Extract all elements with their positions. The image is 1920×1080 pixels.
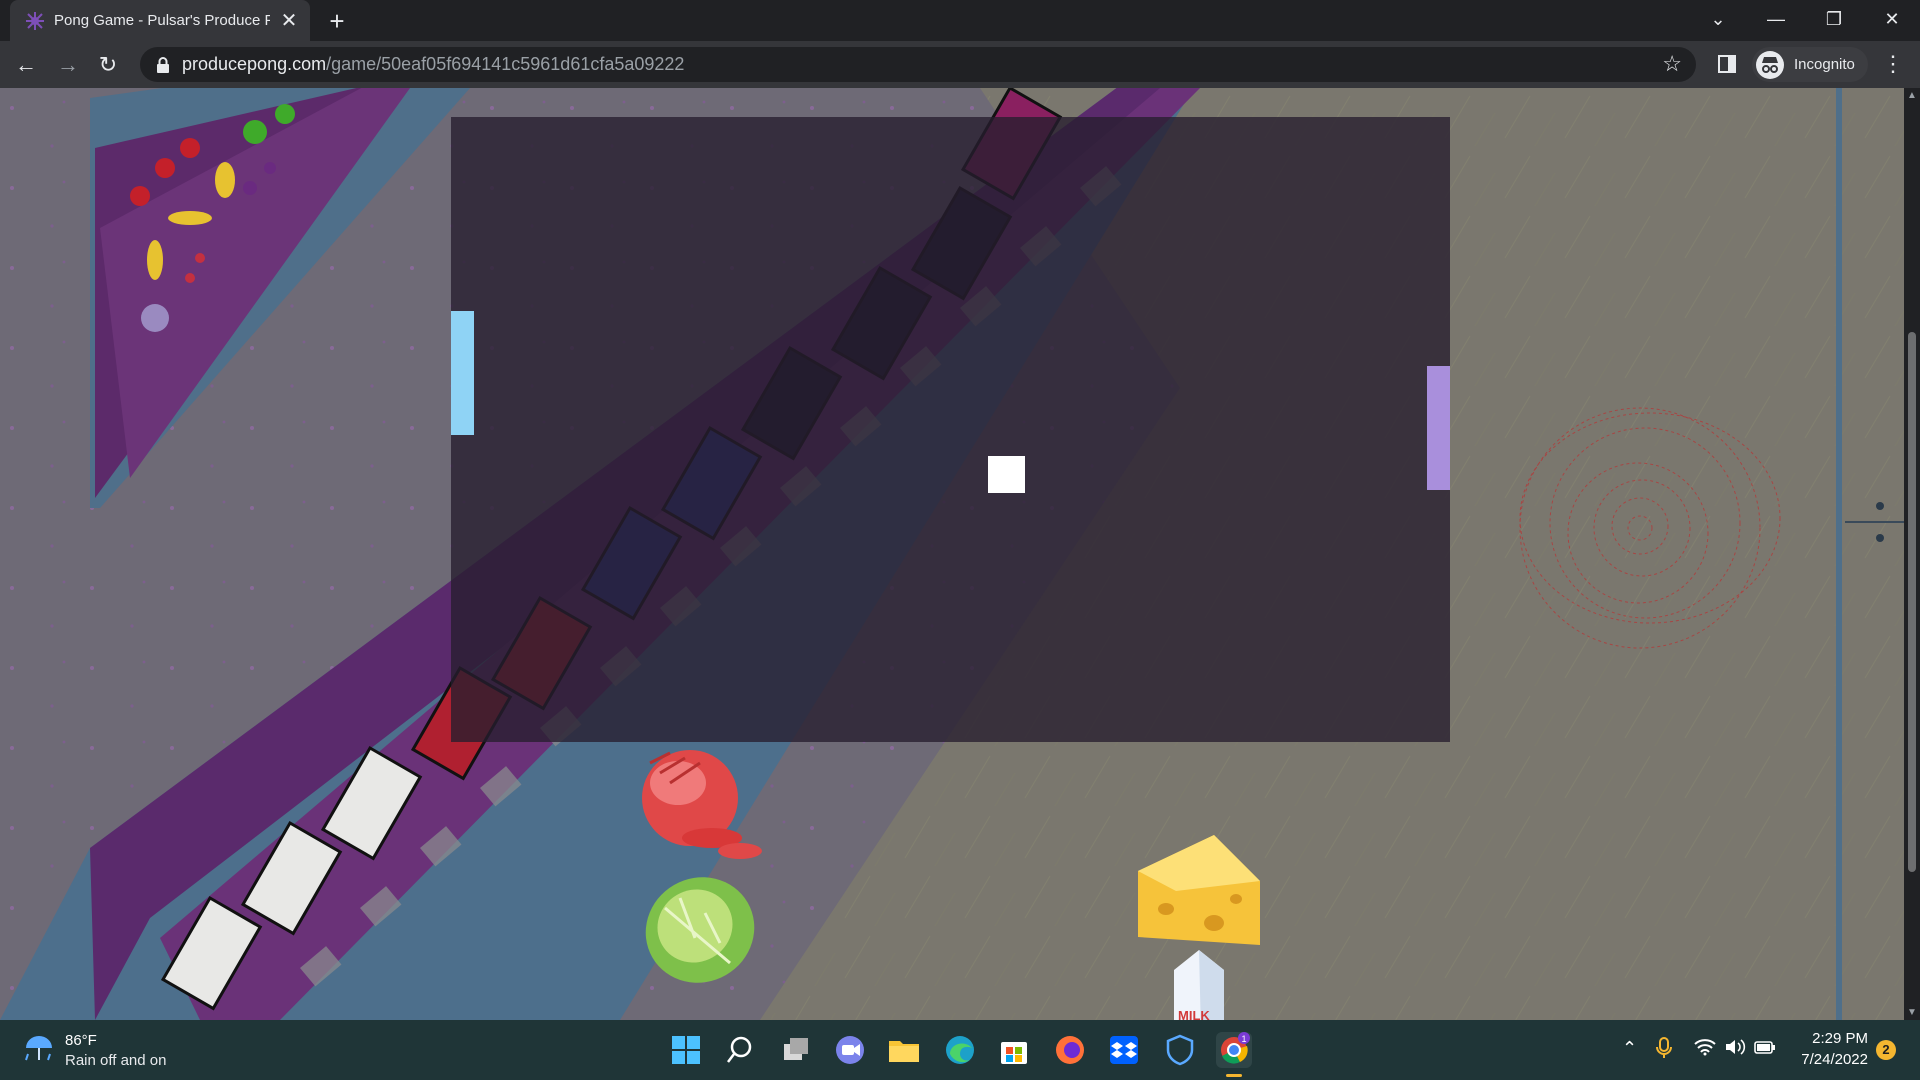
pong-game-board[interactable] — [451, 117, 1450, 742]
side-panel-icon[interactable] — [1718, 55, 1736, 73]
chrome-icon[interactable]: 1 — [1216, 1032, 1252, 1068]
ham-food — [642, 750, 762, 859]
scroll-up-icon[interactable]: ▲ — [1904, 90, 1920, 101]
browser-toolbar: ← → ↻ producepong.com/game/50eaf05f69414… — [0, 41, 1920, 88]
new-tab-button[interactable]: + — [322, 6, 352, 36]
security-app-icon[interactable] — [1162, 1032, 1198, 1068]
lettuce-food — [645, 877, 755, 983]
tab-pong-game[interactable]: Pong Game - Pulsar's Produce Po ✕ — [10, 0, 310, 41]
clock-date[interactable]: 7/24/2022 — [1794, 1051, 1868, 1068]
show-hidden-icons-chevron-icon[interactable]: ⌃ — [1622, 1038, 1637, 1059]
bookmark-star-icon[interactable]: ☆ — [1662, 51, 1682, 77]
browser-menu-icon[interactable]: ⋮ — [1882, 51, 1904, 77]
chrome-badge: 1 — [1241, 1034, 1246, 1044]
notification-badge[interactable]: 2 — [1876, 1040, 1896, 1060]
dropbox-icon[interactable] — [1106, 1032, 1142, 1068]
left-paddle — [451, 311, 474, 435]
tab-search-chevron-icon[interactable]: ⌄ — [1690, 0, 1746, 41]
pong-ball — [988, 456, 1025, 493]
microsoft-store-icon[interactable] — [996, 1032, 1032, 1068]
task-view-icon[interactable] — [778, 1032, 814, 1068]
teams-chat-icon[interactable] — [832, 1032, 868, 1068]
right-paddle — [1427, 366, 1450, 490]
milk-label: MILK — [1178, 1008, 1210, 1020]
incognito-label: Incognito — [1794, 56, 1855, 73]
rain-umbrella-icon[interactable] — [22, 1032, 56, 1066]
weather-temperature[interactable]: 86°F — [65, 1032, 97, 1049]
firefox-icon[interactable] — [1052, 1032, 1088, 1068]
close-window-button[interactable]: ✕ — [1864, 0, 1920, 41]
reload-button[interactable]: ↻ — [92, 49, 124, 81]
clock-time[interactable]: 2:29 PM — [1806, 1030, 1868, 1047]
back-button[interactable]: ← — [10, 49, 42, 81]
wifi-icon[interactable] — [1694, 1038, 1716, 1056]
scroll-down-icon[interactable]: ▼ — [1904, 1007, 1920, 1018]
active-app-indicator — [1226, 1074, 1242, 1077]
page-scrollbar[interactable]: ▲ ▼ — [1904, 88, 1920, 1020]
search-icon[interactable] — [722, 1032, 758, 1068]
url-domain: producepong.com — [182, 54, 327, 74]
tab-strip: Pong Game - Pulsar's Produce Po ✕ + ⌄ — … — [0, 0, 1920, 41]
microphone-icon[interactable] — [1656, 1036, 1672, 1060]
url-path: /game/50eaf05f694141c5961d61cfa5a09222 — [326, 54, 685, 74]
game-page[interactable]: MILK — [0, 88, 1904, 1020]
cheese-food — [1138, 835, 1260, 945]
incognito-icon — [1756, 50, 1784, 79]
milk-carton-food: MILK — [1174, 950, 1224, 1020]
edge-browser-icon[interactable] — [942, 1032, 978, 1068]
lock-icon[interactable] — [156, 56, 170, 73]
restore-button[interactable]: ❐ — [1806, 0, 1862, 41]
windows-taskbar: 86°F Rain off and on 1 ⌃ 2:29 PM 7/24/20… — [0, 1020, 1920, 1080]
forward-button[interactable]: → — [52, 49, 84, 81]
pulsar-favicon-icon — [26, 11, 44, 30]
scroll-thumb[interactable] — [1908, 332, 1916, 872]
file-explorer-icon[interactable] — [886, 1032, 922, 1068]
windows-start-icon[interactable] — [668, 1032, 704, 1068]
minimize-button[interactable]: — — [1748, 0, 1804, 41]
battery-icon[interactable] — [1754, 1038, 1776, 1056]
tab-close-icon[interactable]: ✕ — [278, 8, 300, 33]
address-bar[interactable]: producepong.com/game/50eaf05f694141c5961… — [140, 47, 1696, 82]
tab-title: Pong Game - Pulsar's Produce Po — [54, 12, 270, 29]
weather-description[interactable]: Rain off and on — [65, 1052, 166, 1069]
incognito-profile-button[interactable]: Incognito — [1752, 47, 1868, 82]
volume-icon[interactable] — [1724, 1038, 1746, 1056]
